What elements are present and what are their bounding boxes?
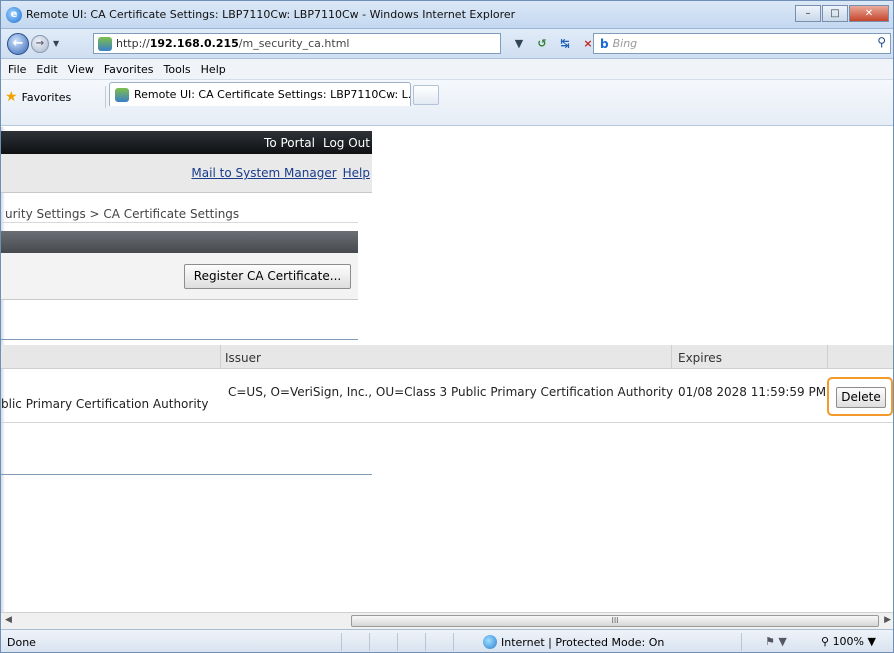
menu-edit[interactable]: Edit [36,63,57,76]
cell-expires: 01/08 2028 11:59:59 PM [678,385,827,399]
address-tools: ▼ ↺ ↹ × [509,33,601,54]
divider [1,339,358,340]
section-header-bar [1,231,358,253]
tab-favicon-icon [115,87,129,102]
favorites-bar: ★ Favorites Remote UI: CA Certificate Se… [1,80,893,126]
new-tab-button[interactable] [413,85,439,105]
column-separator [827,345,828,369]
favorites-button[interactable]: ★ Favorites [5,86,71,108]
window-controls: – □ ✕ [794,5,889,22]
favorites-label: Favorites [21,90,72,104]
column-separator [220,345,221,369]
site-favicon-icon [98,36,112,51]
close-button[interactable]: ✕ [849,5,889,22]
status-separator [341,633,342,651]
menu-favorites[interactable]: Favorites [104,63,154,76]
status-bar: Done Internet | Protected Mode: On ⚑ ▼ ⚲… [1,629,893,652]
left-edge-shadow [1,127,5,612]
favorites-separator [105,86,106,108]
scrollbar-thumb[interactable]: III [351,615,879,627]
window-title: Remote UI: CA Certificate Settings: LBP7… [26,8,516,21]
compatibility-view-icon[interactable]: ↺ [532,34,552,53]
breadcrumb: urity Settings > CA Certificate Settings [5,207,240,221]
scroll-left-icon[interactable]: ◀ [5,615,12,625]
address-toolbar: ← → ▼ http://192.168.0.215/m_security_ca… [1,29,893,59]
to-portal-link[interactable]: To Portal [264,136,315,150]
maximize-button[interactable]: □ [822,5,848,22]
mail-to-system-manager-link[interactable]: Mail to System Manager [191,166,336,180]
menu-file[interactable]: File [8,63,26,76]
help-link[interactable]: Help [343,166,370,180]
zone-label: Internet | Protected Mode: On [501,635,665,649]
delete-button[interactable]: Delete [836,387,886,408]
status-separator [453,633,454,651]
delete-highlight: Delete [827,377,893,416]
menu-tools[interactable]: Tools [164,63,191,76]
column-separator [671,345,672,369]
star-icon: ★ [5,89,18,105]
search-box[interactable]: b Bing ⚲ [593,33,891,54]
secondary-links-bar: Mail to System Manager Help [1,154,372,193]
ie-icon: e [6,6,22,23]
column-header-expires: Expires [678,351,722,365]
register-area: Register CA Certificate... [1,253,358,300]
log-out-link[interactable]: Log Out [323,136,370,150]
portal-bar: To Portal Log Out [1,131,372,154]
bing-logo-icon: b [600,36,609,51]
back-button[interactable]: ← [7,32,29,55]
menu-help[interactable]: Help [201,63,226,76]
page-content: To Portal Log Out Mail to System Manager… [1,127,893,612]
cell-issuer: C=US, O=VeriSign, Inc., OU=Class 3 Publi… [228,385,674,399]
minimize-button[interactable]: – [795,5,821,22]
table-header: Issuer Expires [1,345,893,369]
browser-window: e Remote UI: CA Certificate Settings: LB… [0,0,894,653]
menu-bar: File Edit View Favorites Tools Help [1,59,893,80]
horizontal-scrollbar[interactable]: ◀ III ▶ [1,612,893,629]
history-dropdown-icon[interactable]: ▼ [53,39,59,48]
menu-view[interactable]: View [68,63,94,76]
status-separator [369,633,370,651]
address-dropdown-icon[interactable]: ▼ [509,34,529,53]
status-separator [425,633,426,651]
divider [1,474,372,475]
zoom-control[interactable]: ⚲ 100% ▼ [821,635,876,648]
url-path: /m_security_ca.html [238,37,350,50]
column-header-issuer: Issuer [225,351,261,365]
status-separator [741,633,742,651]
url-prefix: http:// [116,37,150,50]
globe-icon [483,635,497,649]
scroll-right-icon[interactable]: ▶ [884,615,891,625]
status-separator [397,633,398,651]
table-row: blic Primary Certification Authority C=U… [1,371,893,423]
address-field[interactable]: http://192.168.0.215/m_security_ca.html [93,33,501,54]
tab-title: Remote UI: CA Certificate Settings: LBP7… [134,88,411,101]
cell-subject: blic Primary Certification Authority [1,397,209,411]
security-zone[interactable]: Internet | Protected Mode: On [483,635,664,649]
search-placeholder: Bing [612,37,638,50]
divider [1,222,358,223]
url-host: 192.168.0.215 [149,37,239,50]
status-text: Done [7,636,36,649]
forward-button[interactable]: → [31,34,49,53]
search-icon[interactable]: ⚲ [877,35,886,49]
refresh-icon[interactable]: ↹ [555,34,575,53]
browser-tab[interactable]: Remote UI: CA Certificate Settings: LBP7… [109,82,411,106]
register-ca-certificate-button[interactable]: Register CA Certificate... [184,264,351,289]
zoom-level: 100% [832,635,865,648]
title-bar: e Remote UI: CA Certificate Settings: LB… [1,1,893,29]
protected-mode-icon[interactable]: ⚑ ▼ [765,635,787,648]
